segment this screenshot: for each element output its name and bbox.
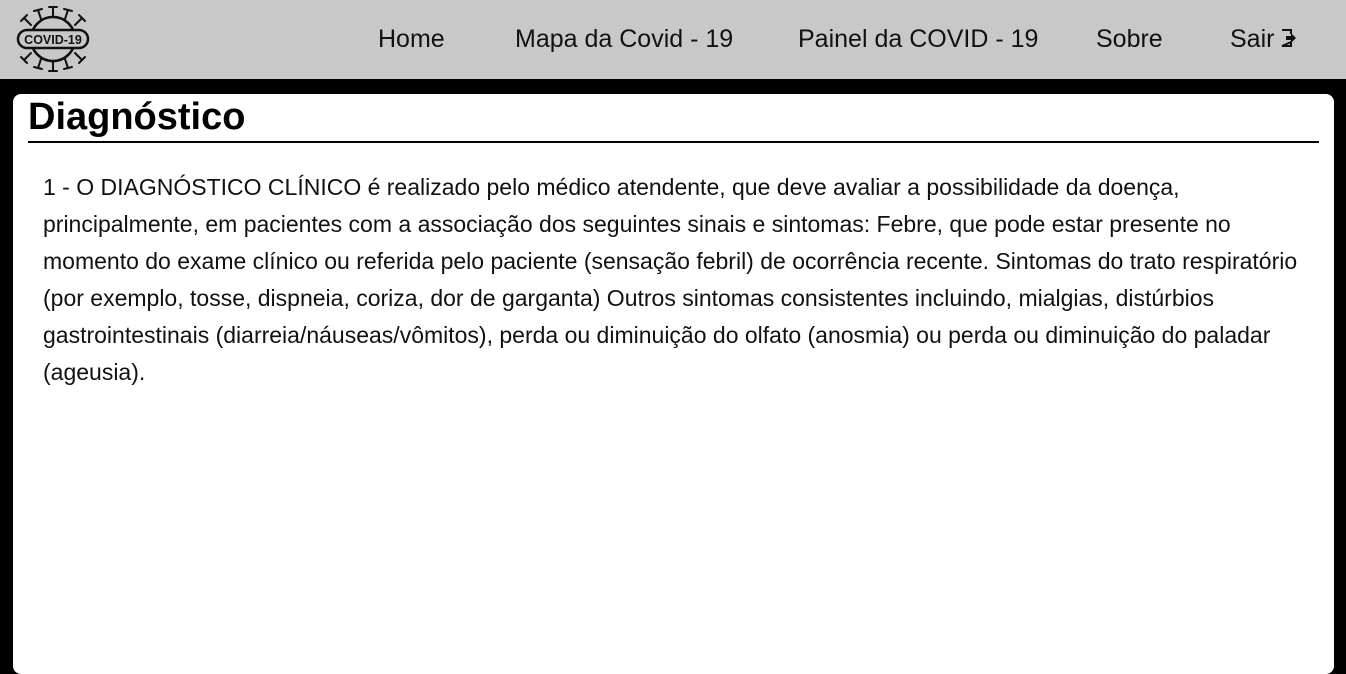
top-navbar: COVID-19 Home Mapa da Covid - 19 Painel … — [0, 0, 1346, 79]
nav-sobre-link[interactable]: Sobre — [1096, 0, 1163, 79]
exit-icon — [1282, 29, 1297, 48]
nav-home-link[interactable]: Home — [378, 0, 445, 79]
page-title: Diagnóstico — [28, 96, 246, 138]
virus-logo-icon: COVID-19 — [16, 6, 90, 72]
nav-painel-link[interactable]: Painel da COVID - 19 — [798, 0, 1038, 79]
diagnosis-paragraph: 1 - O DIAGNÓSTICO CLÍNICO é realizado pe… — [43, 174, 1298, 385]
content-card: Diagnóstico 1 - O DIAGNÓSTICO CLÍNICO é … — [13, 94, 1334, 674]
nav-sair-link[interactable]: Sair — [1230, 0, 1298, 79]
nav-mapa-link[interactable]: Mapa da Covid - 19 — [515, 0, 733, 79]
nav-sair-label: Sair — [1230, 25, 1275, 53]
logo-text: COVID-19 — [24, 33, 82, 47]
covid-logo[interactable]: COVID-19 — [14, 3, 92, 75]
title-divider — [28, 141, 1319, 143]
